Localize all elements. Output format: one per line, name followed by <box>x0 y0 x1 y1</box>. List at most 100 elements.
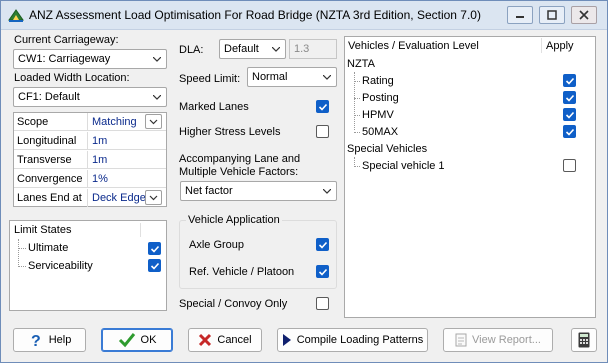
chevron-down-icon <box>153 57 161 62</box>
ref-vehicle-label: Ref. Vehicle / Platoon <box>189 266 295 278</box>
help-label: Help <box>48 334 72 346</box>
vehicle-50max: 50MAX <box>362 126 399 138</box>
ok-label: OK <box>140 334 157 346</box>
dla-factor-field[interactable]: 1.3 <box>289 39 337 59</box>
limit-state-ultimate: Ultimate <box>28 242 69 254</box>
vehicles-panel: Vehicles / Evaluation Level Apply NZTA R… <box>344 36 596 318</box>
checkmark-icon <box>565 111 575 119</box>
cancel-label: Cancel <box>217 334 252 346</box>
vehicle-application-title: Vehicle Application <box>186 214 282 226</box>
vehicle-application-group <box>179 220 337 289</box>
vehicle-special-1: Special vehicle 1 <box>362 160 445 172</box>
posting-checkbox[interactable] <box>563 91 576 104</box>
limit-state-serviceability: Serviceability <box>28 260 93 272</box>
help-icon: ? <box>31 333 41 348</box>
accompanying-select[interactable]: Net factor <box>180 181 337 201</box>
chevron-down-icon <box>149 195 158 201</box>
vehicle-posting: Posting <box>362 92 399 104</box>
maximize-button[interactable] <box>539 6 565 24</box>
checkmark-icon <box>318 268 328 276</box>
maximize-icon <box>547 10 557 20</box>
ref-vehicle-checkbox[interactable] <box>316 265 329 278</box>
scope-dropdown-button[interactable] <box>145 114 162 129</box>
higher-stress-checkbox[interactable] <box>316 125 329 138</box>
grid-key: Lanes End at <box>17 192 82 204</box>
ok-button[interactable]: OK <box>101 328 173 352</box>
chevron-down-icon <box>153 95 161 100</box>
axle-group-label: Axle Group <box>189 239 245 251</box>
accompanying-label-line2: Multiple Vehicle Factors: <box>179 166 299 178</box>
loaded-width-label: Loaded Width Location: <box>14 72 130 84</box>
speed-limit-value: Normal <box>252 71 288 83</box>
higher-stress-label: Higher Stress Levels <box>179 126 281 138</box>
speed-limit-select[interactable]: Normal <box>247 67 337 87</box>
view-report-label: View Report... <box>472 334 541 346</box>
limit-states-title: Limit States <box>14 224 72 236</box>
dialog-window: ANZ Assessment Load Optimisation For Roa… <box>0 0 608 363</box>
grid-row-transverse[interactable]: Transverse 1m <box>14 151 166 169</box>
cancel-button[interactable]: Cancel <box>188 328 262 352</box>
dla-label: DLA: <box>179 44 204 56</box>
carriageway-select[interactable]: CW1: Carriageway <box>13 49 167 69</box>
calculator-button[interactable] <box>571 328 597 352</box>
minimize-icon <box>516 16 524 18</box>
grid-row-scope[interactable]: Scope Matching <box>14 113 166 131</box>
speed-limit-label: Speed Limit: <box>179 73 241 85</box>
col-vehicles-header: Vehicles / Evaluation Level <box>348 40 479 52</box>
col-apply-header: Apply <box>546 40 574 52</box>
lanes-end-dropdown-button[interactable] <box>145 190 162 205</box>
checkmark-icon <box>565 94 575 102</box>
grid-value: Deck Edge <box>92 192 146 204</box>
checkmark-icon <box>118 333 135 348</box>
grid-value: Matching <box>92 116 137 128</box>
accompanying-value: Net factor <box>185 185 233 197</box>
group-nzta: NZTA <box>347 58 375 70</box>
checkmark-icon <box>318 103 328 111</box>
grid-row-lanes-end[interactable]: Lanes End at Deck Edge <box>14 189 166 207</box>
dla-value: Default <box>224 43 259 55</box>
help-button[interactable]: ? Help <box>13 328 86 352</box>
close-button[interactable] <box>571 6 597 24</box>
view-report-button[interactable]: View Report... <box>443 328 553 352</box>
calculator-icon <box>578 332 590 348</box>
ultimate-checkbox[interactable] <box>148 242 161 255</box>
chevron-down-icon <box>323 189 331 194</box>
svg-text:?: ? <box>31 333 41 348</box>
50max-checkbox[interactable] <box>563 125 576 138</box>
compile-loading-patterns-button[interactable]: Compile Loading Patterns <box>277 328 428 352</box>
checkmark-icon <box>565 77 575 85</box>
minimize-button[interactable] <box>507 6 533 24</box>
special-convoy-label: Special / Convoy Only <box>179 298 288 310</box>
dla-select[interactable]: Default <box>219 39 286 59</box>
report-icon <box>455 333 467 347</box>
special-vehicle-1-checkbox[interactable] <box>563 159 576 172</box>
parameters-grid: Scope Matching Longitudinal 1m Transvers… <box>13 112 167 207</box>
limit-states-panel: Limit States Ultimate Serviceability <box>9 220 167 311</box>
grid-value: 1m <box>92 154 108 166</box>
axle-group-checkbox[interactable] <box>316 238 329 251</box>
title-bar[interactable]: ANZ Assessment Load Optimisation For Roa… <box>1 1 607 30</box>
grid-key: Convergence <box>17 173 83 185</box>
chevron-down-icon <box>323 75 331 80</box>
serviceability-checkbox[interactable] <box>148 259 161 272</box>
vehicle-rating: Rating <box>362 75 394 87</box>
loaded-width-value: CF1: Default <box>18 91 80 103</box>
play-icon <box>282 334 291 346</box>
chevron-down-icon <box>272 47 280 52</box>
accompanying-label-line1: Accompanying Lane and <box>179 153 301 165</box>
special-convoy-checkbox[interactable] <box>316 297 329 310</box>
group-special-vehicles: Special Vehicles <box>347 143 428 155</box>
grid-row-convergence[interactable]: Convergence 1% <box>14 170 166 188</box>
grid-value: 1m <box>92 135 108 147</box>
loaded-width-select[interactable]: CF1: Default <box>13 87 167 107</box>
rating-checkbox[interactable] <box>563 74 576 87</box>
grid-key: Transverse <box>17 154 72 166</box>
dla-factor-value: 1.3 <box>294 43 310 55</box>
grid-key: Longitudinal <box>17 135 77 147</box>
hpmv-checkbox[interactable] <box>563 108 576 121</box>
grid-row-longitudinal[interactable]: Longitudinal 1m <box>14 132 166 150</box>
chevron-down-icon <box>149 119 158 125</box>
window-title: ANZ Assessment Load Optimisation For Roa… <box>29 8 481 22</box>
marked-lanes-checkbox[interactable] <box>316 100 329 113</box>
checkmark-icon <box>150 262 160 270</box>
